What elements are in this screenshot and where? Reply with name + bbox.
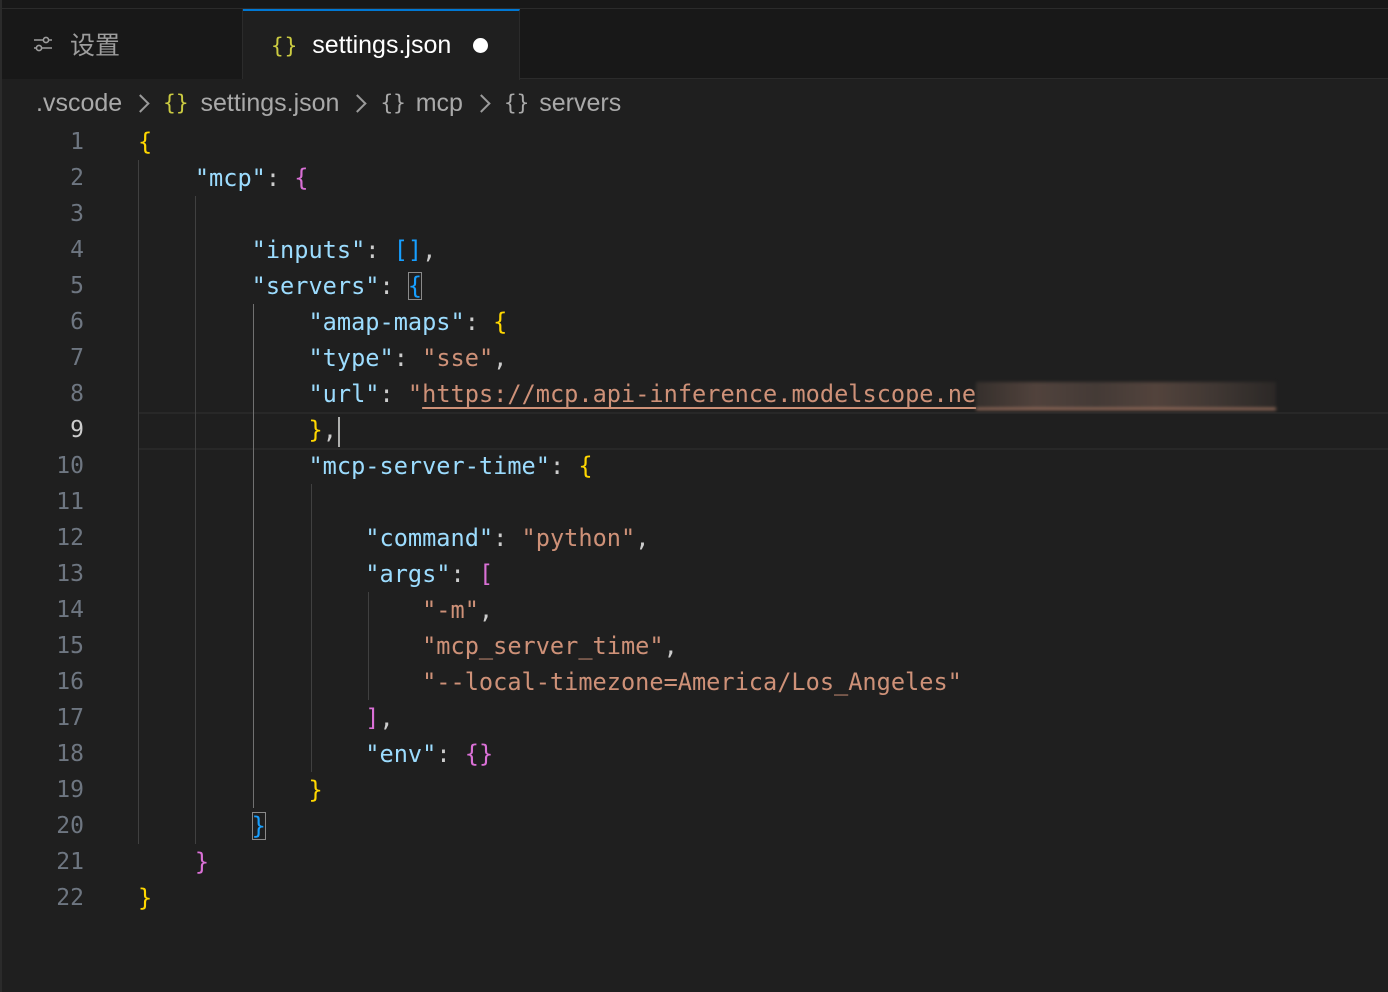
tab-label: 设置 [70, 32, 121, 60]
line-number: 16 [56, 669, 84, 695]
sliders-icon [34, 36, 52, 52]
code-line: "servers": { [251, 272, 423, 300]
tab-label: settings.json [312, 31, 452, 59]
code-line: "type": "sse", [308, 344, 508, 372]
breadcrumb: .vscode {} settings.json {} mcp {} serve… [36, 80, 621, 126]
line-number: 21 [56, 849, 84, 875]
chevron-right-icon [472, 93, 491, 113]
tab-bar: 设置 {} settings.json [2, 9, 1388, 80]
tab-settings-json[interactable]: {} settings.json [243, 9, 520, 80]
line-number: 2 [70, 165, 84, 191]
code-line: "env": {} [365, 740, 494, 768]
code-line: { [138, 128, 153, 156]
line-number: 10 [56, 453, 84, 479]
code-line: } [194, 848, 210, 876]
object-braces-icon: {} [503, 91, 530, 115]
json-braces-icon: {} [163, 91, 189, 115]
chevron-right-icon [131, 93, 150, 113]
unsaved-dot-icon[interactable] [473, 38, 489, 53]
line-number: 18 [56, 741, 84, 767]
code-line: "--local-timezone=America/Los_Angeles" [422, 668, 962, 696]
code-line: } [138, 808, 266, 844]
json-braces-icon: {} [271, 33, 299, 58]
code-line: } [138, 884, 153, 912]
breadcrumb-item-servers[interactable]: servers [539, 89, 621, 118]
code-line: } [308, 776, 323, 804]
line-number: 11 [56, 489, 84, 515]
code-line: "mcp-server-time": { [308, 452, 593, 480]
line-number: 5 [70, 273, 84, 299]
redacted-blur [976, 381, 1277, 410]
line-number: 17 [56, 705, 84, 731]
bracket-match-highlight: { [407, 272, 423, 300]
code-editor[interactable]: 1 2 3 4 5 6 7 8 9 10 11 12 13 14 15 16 1… [2, 124, 1388, 992]
line-number: 6 [70, 309, 84, 335]
line-number: 12 [56, 525, 84, 551]
line-number: 22 [56, 885, 84, 911]
code-line: ], [365, 704, 394, 732]
code-line: "amap-maps": { [308, 308, 508, 336]
code-line: "mcp": { [194, 164, 309, 192]
line-number: 15 [56, 633, 84, 659]
title-strip [2, 0, 1388, 9]
object-braces-icon: {} [380, 91, 406, 115]
editor-window: 设置 {} settings.json .vscode {} settings.… [0, 0, 1388, 992]
code-line: "args": [ [365, 560, 494, 588]
code-line: "url": "https://mcp.api-inference.models… [138, 376, 1277, 412]
breadcrumb-item-mcp[interactable]: mcp [416, 89, 463, 118]
code-line: "mcp_server_time", [422, 632, 678, 660]
breadcrumb-item-settings-json[interactable]: settings.json [200, 89, 339, 118]
url-link[interactable]: https://mcp.api-inference.modelscope.ne [422, 380, 976, 408]
line-number: 13 [56, 561, 84, 587]
code-line-active: }, [138, 412, 340, 448]
line-number: 3 [70, 201, 84, 227]
tab-settings-ui[interactable]: 设置 [2, 9, 243, 79]
line-number: 7 [70, 345, 84, 371]
line-number: 1 [70, 129, 84, 155]
text-cursor [337, 416, 340, 447]
line-number-active: 9 [70, 417, 84, 443]
breadcrumb-item-vscode[interactable]: .vscode [36, 89, 122, 118]
code-line: "-m", [422, 596, 494, 624]
code-line: "command": "python", [365, 524, 650, 552]
code-line: "inputs": [], [251, 236, 437, 264]
line-number: 19 [56, 777, 84, 803]
bracket-match-highlight: } [251, 812, 266, 840]
line-number: 8 [70, 381, 84, 407]
line-number: 14 [56, 597, 84, 623]
line-number: 20 [56, 813, 84, 839]
chevron-right-icon [348, 93, 368, 113]
line-number: 4 [70, 237, 84, 263]
